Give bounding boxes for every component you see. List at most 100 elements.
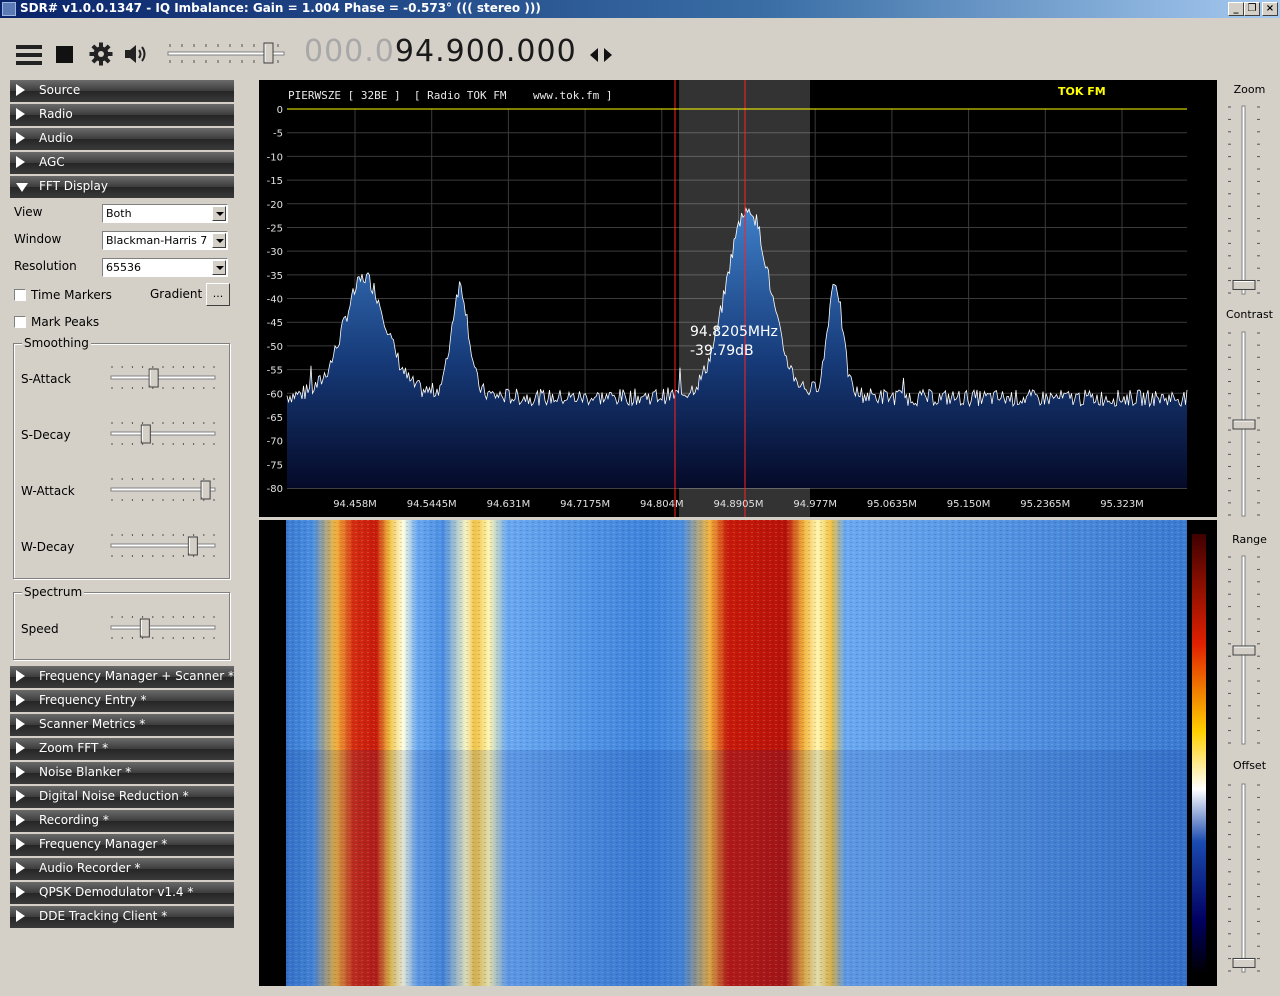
- speed-label: Speed: [21, 622, 59, 636]
- waterfall-display[interactable]: [259, 520, 1217, 986]
- menu-icon[interactable]: [16, 45, 42, 65]
- spectrum-display[interactable]: 0 -5 -10 -15 -20 -25 -30 -35 -40 -45 -50 -55 -60 -65 -…: [259, 80, 1217, 517]
- s-attack-label: S-Attack: [21, 372, 71, 386]
- expand-arrow-icon: [16, 742, 25, 754]
- x-tick-label: 94.5445M: [407, 499, 457, 510]
- section-label: AGC: [39, 155, 65, 169]
- y-tick-label: -45: [267, 318, 283, 329]
- s-decay-label: S-Decay: [21, 428, 71, 442]
- section-label: Audio Recorder *: [39, 861, 141, 875]
- section-fft-display[interactable]: FFT Display: [10, 176, 234, 198]
- s-decay-slider[interactable]: [110, 421, 218, 447]
- section-label: Noise Blanker *: [39, 765, 132, 779]
- resolution-select[interactable]: 65536: [102, 258, 228, 277]
- view-select[interactable]: Both: [102, 204, 228, 223]
- tune-arrows-icon[interactable]: [589, 46, 615, 64]
- frequency-value: 94.900.000: [394, 34, 577, 69]
- waterfall-color-scale: [1192, 534, 1206, 974]
- x-tick-label: 94.977M: [793, 499, 837, 510]
- w-attack-slider[interactable]: [110, 477, 218, 503]
- section-source[interactable]: Source: [10, 80, 234, 102]
- expand-arrow-icon: [16, 694, 25, 706]
- spectrum-label: Spectrum: [22, 585, 85, 599]
- x-tick-label: 94.7175M: [560, 499, 610, 510]
- section-qpsk-demodulator[interactable]: QPSK Demodulator v1.4 *: [10, 882, 234, 904]
- section-label: Radio: [39, 107, 73, 121]
- section-agc[interactable]: AGC: [10, 152, 234, 174]
- close-button[interactable]: ×: [1262, 2, 1278, 16]
- s-attack-slider[interactable]: [110, 365, 218, 391]
- section-label: Digital Noise Reduction *: [39, 789, 189, 803]
- section-digital-noise-reduction[interactable]: Digital Noise Reduction *: [10, 786, 234, 808]
- section-label: Source: [39, 83, 81, 97]
- section-label: Zoom FFT *: [39, 741, 109, 755]
- gradient-label: Gradient: [150, 287, 203, 301]
- mark-peaks-checkbox[interactable]: [14, 316, 26, 328]
- spectrum-plot[interactable]: 0 -5 -10 -15 -20 -25 -30 -35 -40 -45 -50 -55 -60 -65 -…: [259, 80, 1217, 517]
- time-markers-label: Time Markers: [31, 288, 112, 302]
- expand-arrow-icon: [16, 156, 25, 168]
- contrast-slider[interactable]: [1225, 328, 1263, 520]
- time-markers-checkbox[interactable]: [14, 289, 26, 301]
- restore-button[interactable]: ❐: [1244, 2, 1260, 16]
- section-audio[interactable]: Audio: [10, 128, 234, 150]
- dropdown-arrow-icon[interactable]: [212, 260, 226, 275]
- gradient-button[interactable]: ...: [206, 283, 230, 306]
- expand-arrow-icon: [16, 132, 25, 144]
- gear-icon[interactable]: [89, 42, 113, 66]
- section-zoom-fft[interactable]: Zoom FFT *: [10, 738, 234, 760]
- expand-arrow-icon: [16, 790, 25, 802]
- zoom-slider[interactable]: [1225, 102, 1263, 298]
- section-scanner-metrics[interactable]: Scanner Metrics *: [10, 714, 234, 736]
- section-label: FFT Display: [39, 179, 108, 193]
- minimize-button[interactable]: _: [1228, 2, 1244, 16]
- window-label: Window: [14, 232, 62, 246]
- station-name: TOK FM: [1058, 85, 1106, 98]
- y-tick-label: -40: [267, 295, 283, 306]
- stop-icon[interactable]: [56, 46, 73, 63]
- section-radio[interactable]: Radio: [10, 104, 234, 126]
- volume-slider[interactable]: [166, 38, 290, 68]
- y-axis-labels: 0 -5 -10 -15 -20 -25 -30 -35 -40 -45 -50 -55 -60 -65 -…: [267, 105, 283, 495]
- section-frequency-manager[interactable]: Frequency Manager *: [10, 834, 234, 856]
- dropdown-arrow-icon[interactable]: [212, 233, 226, 248]
- y-tick-label: -50: [267, 342, 283, 353]
- speed-slider[interactable]: [110, 615, 218, 641]
- section-frequency-entry[interactable]: Frequency Entry *: [10, 690, 234, 712]
- view-value: Both: [106, 207, 132, 220]
- section-label: DDE Tracking Client *: [39, 909, 168, 923]
- section-noise-blanker[interactable]: Noise Blanker *: [10, 762, 234, 784]
- x-tick-label: 94.458M: [333, 499, 377, 510]
- section-audio-recorder[interactable]: Audio Recorder *: [10, 858, 234, 880]
- y-tick-label: -15: [267, 176, 283, 187]
- offset-slider[interactable]: [1225, 780, 1263, 976]
- range-slider[interactable]: [1225, 552, 1263, 748]
- zoom-label: Zoom: [1233, 83, 1266, 96]
- y-tick-label: -5: [273, 129, 283, 140]
- frequency-display[interactable]: 000.094.900.000: [304, 34, 577, 69]
- expand-arrow-icon: [16, 910, 25, 922]
- contrast-label: Contrast: [1225, 308, 1273, 321]
- y-tick-label: -55: [267, 366, 283, 377]
- x-tick-label: 95.0635M: [867, 499, 917, 510]
- x-tick-label: 94.804M: [640, 499, 684, 510]
- section-label: Recording *: [39, 813, 109, 827]
- section-frequency-manager-scanner[interactable]: Frequency Manager + Scanner *: [10, 666, 234, 688]
- section-recording[interactable]: Recording *: [10, 810, 234, 832]
- speaker-icon[interactable]: [124, 43, 150, 65]
- waterfall-plot[interactable]: [259, 520, 1217, 986]
- expand-arrow-icon: [16, 814, 25, 826]
- dropdown-arrow-icon[interactable]: [212, 206, 226, 221]
- y-tick-label: 0: [277, 105, 283, 116]
- mark-peaks-label: Mark Peaks: [31, 315, 100, 329]
- w-decay-label: W-Decay: [21, 540, 75, 554]
- section-dde-tracking-client[interactable]: DDE Tracking Client *: [10, 906, 234, 928]
- w-decay-slider[interactable]: [110, 533, 218, 559]
- window-select[interactable]: Blackman-Harris 7: [102, 231, 228, 250]
- view-label: View: [14, 205, 43, 219]
- x-axis-labels: 94.458M 94.5445M 94.631M 94.7175M 94.804M 94.…: [333, 499, 1144, 510]
- w-attack-label: W-Attack: [21, 484, 75, 498]
- expand-arrow-icon: [16, 108, 25, 120]
- smoothing-label: Smoothing: [22, 336, 91, 350]
- expand-arrow-icon: [16, 886, 25, 898]
